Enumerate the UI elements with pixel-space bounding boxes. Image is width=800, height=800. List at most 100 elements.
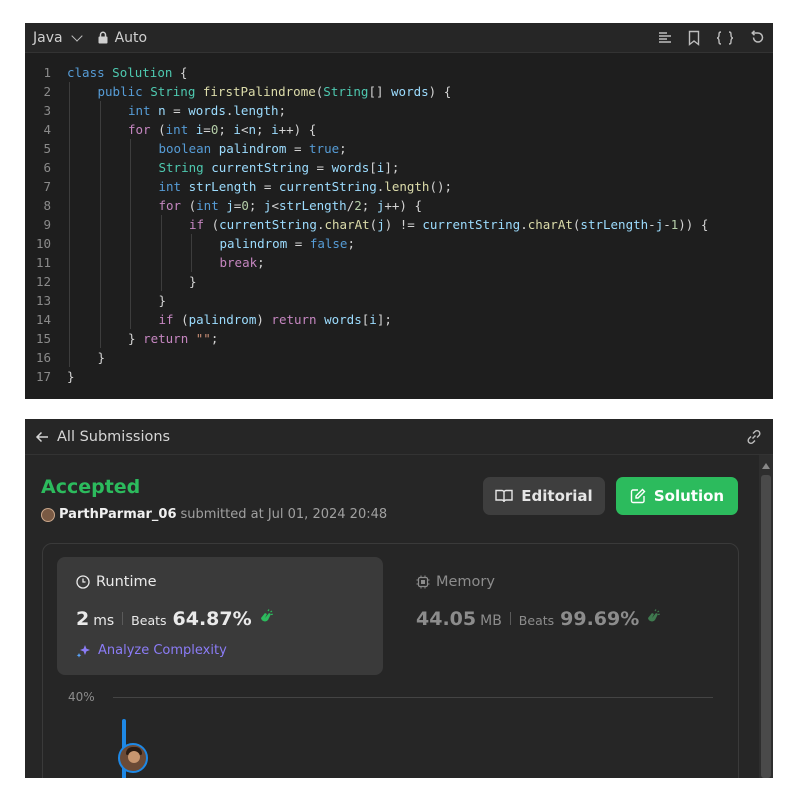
solution-button[interactable]: Solution <box>616 477 738 515</box>
code-token: i <box>369 312 377 327</box>
code-token: return <box>143 331 189 346</box>
all-submissions-label: All Submissions <box>57 428 171 445</box>
code-line[interactable]: 9 if (currentString.charAt(j) != currentS… <box>25 215 773 234</box>
editor-toolbar: Java Auto <box>25 23 773 53</box>
code-token: } <box>158 293 167 308</box>
code-line[interactable]: 10 palindrom = false; <box>25 234 773 253</box>
indent-guide <box>99 177 101 196</box>
code-token: palindrom <box>188 312 257 327</box>
indent-guide <box>130 234 131 253</box>
bookmark-icon[interactable] <box>687 30 701 46</box>
language-select[interactable]: Java <box>33 30 87 46</box>
code-token: String <box>323 84 369 99</box>
username-link[interactable]: ParthParmar_06 <box>59 507 177 522</box>
braces-icon[interactable] <box>715 30 735 46</box>
code-token: n <box>158 103 166 118</box>
auto-mode-toggle[interactable]: Auto <box>97 30 147 46</box>
code-token: } <box>128 331 144 346</box>
code-line[interactable]: 15} return ""; <box>25 329 773 348</box>
code-line[interactable]: 3 int n = words.length; <box>25 101 773 120</box>
user-avatar-marker[interactable] <box>118 743 148 773</box>
code-token: firstPalindrome <box>202 84 316 99</box>
clap-hands-icon <box>648 609 661 622</box>
code-token: break <box>219 255 258 270</box>
line-number: 13 <box>35 293 51 308</box>
runtime-value: 2 <box>76 608 90 630</box>
code-token: = <box>287 236 310 251</box>
code-line[interactable]: 2 public String firstPalindrome(String[] … <box>25 82 773 101</box>
code-token: < <box>271 198 279 213</box>
code-text: boolean palindrom = true; <box>67 139 347 158</box>
code-text: } <box>67 367 75 386</box>
analyze-complexity-link[interactable]: Analyze Complexity <box>76 643 227 658</box>
code-token: ++) { <box>384 198 422 213</box>
code-token: 0 <box>241 198 249 213</box>
format-icon[interactable] <box>657 30 673 46</box>
code-token: currentString <box>278 179 377 194</box>
performance-stats: Runtime 2 ms Beats 64.87% Analyze Comple… <box>42 543 739 778</box>
line-number: 2 <box>43 84 51 99</box>
indent-guide <box>130 310 131 329</box>
code-line[interactable]: 6 String currentString = words[i]; <box>25 158 773 177</box>
code-area[interactable]: 1 class Solution { 2 public String firstPal… <box>25 53 773 386</box>
code-line[interactable]: 7 int strLength = currentString.length(); <box>25 177 773 196</box>
runtime-card[interactable]: Runtime 2 ms Beats 64.87% Analyze Comple… <box>57 557 383 675</box>
indent-guide <box>69 120 70 139</box>
indent-guide <box>130 253 131 272</box>
scrollbar[interactable] <box>759 455 773 778</box>
code-text: public String firstPalindrome(String[] w… <box>67 82 451 101</box>
editorial-button[interactable]: Editorial <box>483 477 605 515</box>
scroll-thumb[interactable] <box>761 475 771 778</box>
code-line[interactable]: 12} <box>25 272 773 291</box>
code-token: = <box>309 160 332 175</box>
indent-guide <box>160 272 162 291</box>
code-line[interactable]: 13} <box>25 291 773 310</box>
runtime-unit: ms <box>93 613 115 629</box>
divider <box>122 612 124 625</box>
code-line[interactable]: 14 if (palindrom) return words[i]; <box>25 310 773 329</box>
all-submissions-link[interactable]: All Submissions <box>35 429 170 445</box>
sparkle-icon <box>76 644 90 658</box>
code-token: = <box>165 103 189 118</box>
indent-guide <box>130 291 131 310</box>
reset-icon[interactable] <box>749 29 765 46</box>
code-line[interactable]: 11 break; <box>25 253 773 272</box>
code-line[interactable]: 16} <box>25 348 773 367</box>
line-number: 9 <box>43 217 51 232</box>
code-text: for (int j=0; j<strLength/2; j++) { <box>67 196 422 215</box>
indent-guide <box>130 177 131 196</box>
code-token: ; <box>256 122 272 137</box>
indent-guide <box>69 177 70 196</box>
code-token: - <box>648 217 656 232</box>
code-line[interactable]: 5 boolean palindrom = true; <box>25 139 773 158</box>
code-token: ; <box>278 103 287 118</box>
code-token: ) != <box>384 217 423 232</box>
scroll-up-arrow[interactable] <box>762 463 770 469</box>
submission-header: All Submissions <box>25 419 773 455</box>
code-line[interactable]: 8 for (int j=0; j<strLength/2; j++) { <box>25 196 773 215</box>
code-text: } return ""; <box>67 329 218 348</box>
code-editor[interactable]: Java Auto 1 class Solution {2 public St… <box>25 23 773 399</box>
code-line[interactable]: 4 for (int i=0; i<n; i++) { <box>25 120 773 139</box>
code-line[interactable]: 1 class Solution { <box>25 63 773 82</box>
code-token: words <box>188 103 226 118</box>
code-token: )) { <box>678 217 709 232</box>
book-icon <box>495 489 513 503</box>
indent-guide <box>99 234 101 253</box>
divider <box>509 612 511 625</box>
indent-guide <box>99 215 101 234</box>
code-token: } <box>189 274 197 289</box>
code-token: ; <box>210 331 219 346</box>
code-token: strLength <box>278 198 347 213</box>
line-number: 17 <box>35 369 51 384</box>
code-line[interactable]: 17} <box>25 367 773 386</box>
code-token: ) <box>256 312 272 327</box>
memory-title[interactable]: Memory <box>416 574 495 590</box>
solution-label: Solution <box>653 487 725 505</box>
link-icon[interactable] <box>745 428 763 446</box>
indent-guide <box>99 329 101 348</box>
code-token: words <box>391 84 429 99</box>
memory-metric: 44.05 MB Beats 99.69% <box>416 608 661 630</box>
